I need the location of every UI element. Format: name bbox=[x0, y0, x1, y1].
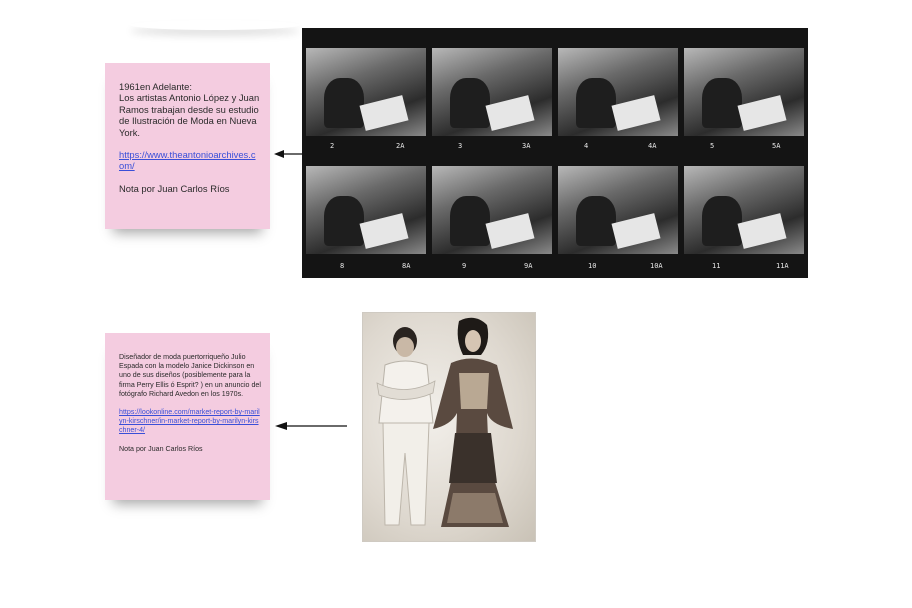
frame-number: 2A bbox=[396, 142, 405, 150]
arrow-left-icon bbox=[275, 422, 347, 430]
fashion-ad-photo bbox=[363, 313, 535, 541]
photo-caption-strip bbox=[525, 353, 533, 503]
note-signature: Nota por Juan Carlos Ríos bbox=[119, 444, 203, 453]
film-frame bbox=[306, 166, 426, 254]
frame-number: 8A bbox=[402, 262, 411, 270]
film-frame bbox=[684, 48, 804, 136]
frame-number: 8 bbox=[340, 262, 345, 270]
note-spacer bbox=[119, 138, 260, 149]
frame-number: 4 bbox=[584, 142, 589, 150]
sticky-note-antonio: 1961en Adelante: Los artistas Antonio Ló… bbox=[105, 63, 270, 229]
frame-number: 10A bbox=[650, 262, 663, 270]
frame-number: 5A bbox=[772, 142, 781, 150]
film-frame bbox=[432, 48, 552, 136]
frame-number: 11 bbox=[712, 262, 721, 270]
top-note-shadow bbox=[130, 20, 300, 30]
film-frame bbox=[558, 166, 678, 254]
antonio-archives-link[interactable]: https://www.theantonioarchives.com/ bbox=[119, 149, 256, 171]
contact-sheet-photo: 2 2A 3 3A 4 4A 5 5A 8 8A 9 9A 10 10A 11 … bbox=[302, 28, 808, 278]
film-frame bbox=[558, 48, 678, 136]
frame-number: 11A bbox=[776, 262, 789, 270]
lookonline-link[interactable]: https://lookonline.com/market-report-by-… bbox=[119, 408, 260, 434]
frame-number: 9 bbox=[462, 262, 467, 270]
sticky-note-julio-espada: Diseñador de moda puertorriqueño Julio E… bbox=[105, 333, 270, 500]
frame-number: 9A bbox=[524, 262, 533, 270]
note-body: Diseñador de moda puertorriqueño Julio E… bbox=[119, 353, 261, 398]
note-spacer bbox=[119, 399, 262, 408]
frame-number: 4A bbox=[648, 142, 657, 150]
film-frame bbox=[306, 48, 426, 136]
frame-number: 3A bbox=[522, 142, 531, 150]
note-link-wrap: https://www.theantonioarchives.com/ bbox=[119, 149, 260, 172]
frame-number: 5 bbox=[710, 142, 715, 150]
photo-figures bbox=[376, 317, 513, 527]
frame-number: 3 bbox=[458, 142, 463, 150]
frame-number: 2 bbox=[330, 142, 335, 150]
page: 1961en Adelante: Los artistas Antonio Ló… bbox=[0, 0, 912, 608]
note-spacer bbox=[119, 436, 262, 445]
note-signature: Nota por Juan Carlos Ríos bbox=[119, 182, 230, 194]
arrow-left-icon bbox=[274, 150, 304, 158]
frame-number: 10 bbox=[588, 262, 597, 270]
note-link-wrap: https://lookonline.com/market-report-by-… bbox=[119, 408, 262, 436]
note-body: Los artistas Antonio López y Juan Ramos … bbox=[119, 92, 260, 138]
film-frame bbox=[432, 166, 552, 254]
film-frame bbox=[684, 166, 804, 254]
note-heading: 1961en Adelante: bbox=[119, 81, 192, 92]
note-spacer bbox=[119, 172, 260, 183]
